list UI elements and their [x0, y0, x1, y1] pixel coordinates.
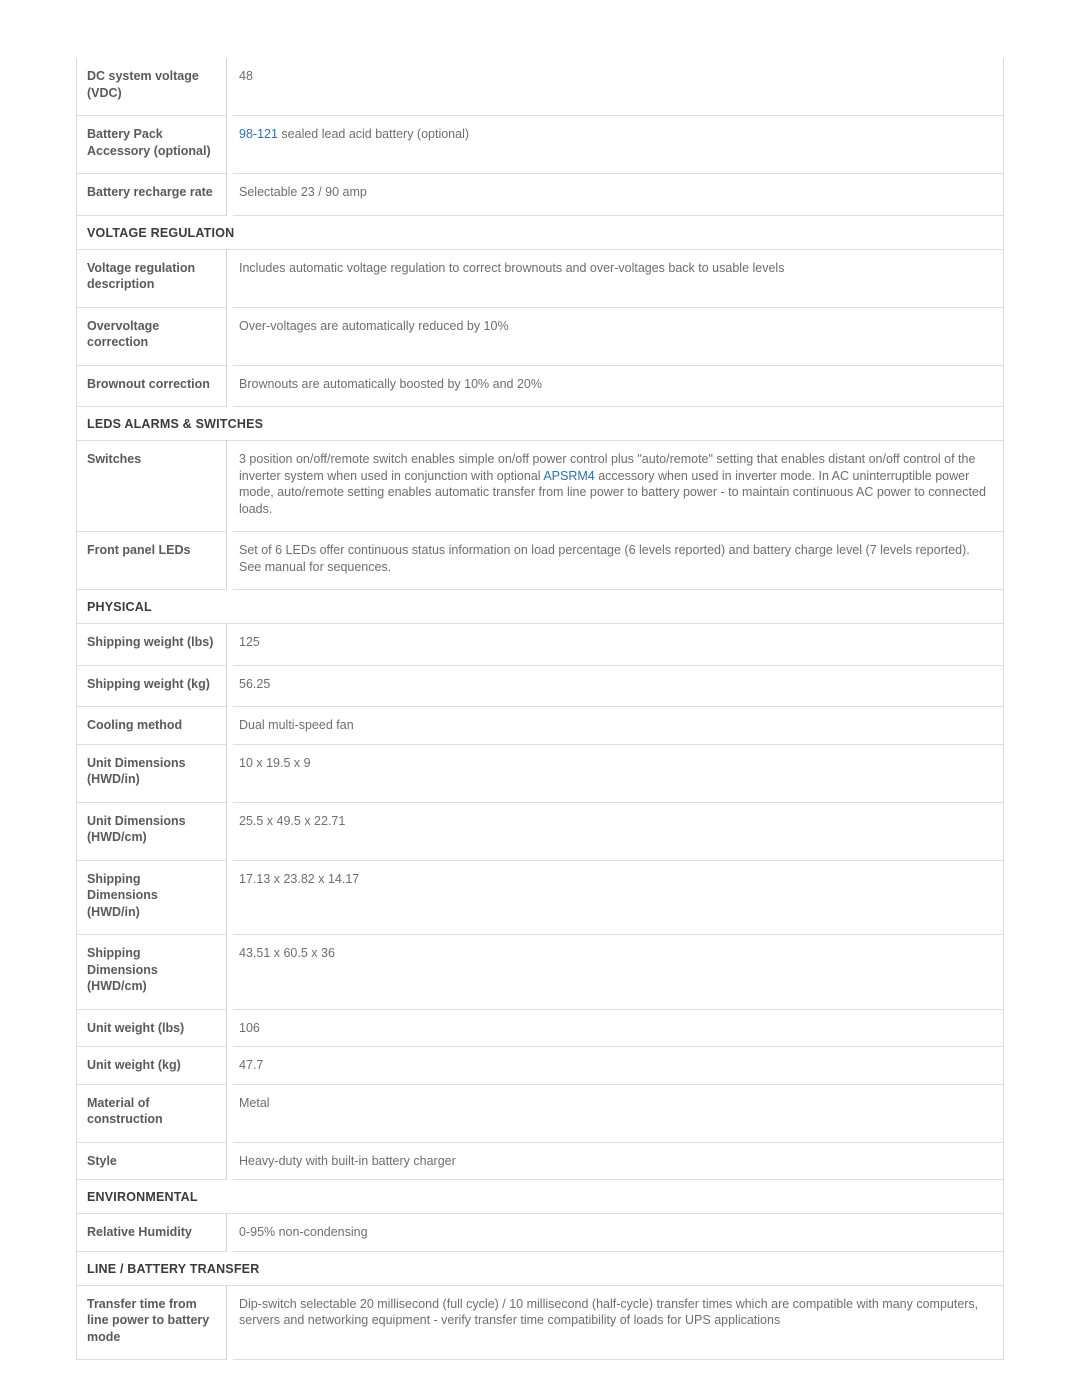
section-header: LINE / BATTERY TRANSFER	[77, 1251, 1003, 1286]
spec-row: Unit Dimensions (HWD/in) 10 x 19.5 x 9	[77, 744, 1003, 803]
spec-row: Battery recharge rate Selectable 23 / 90 …	[77, 174, 1003, 216]
spec-row: Brownout correction Brownouts are automat…	[77, 365, 1003, 407]
spec-value: Metal	[233, 1085, 1003, 1143]
spec-value: 43.51 x 60.5 x 36	[233, 935, 1003, 1010]
specifications-table: DC system voltage (VDC) 48 Battery Pack Ac…	[76, 58, 1004, 1360]
spec-row: Unit Dimensions (HWD/cm) 25.5 x 49.5 x 22…	[77, 802, 1003, 861]
spec-value: 17.13 x 23.82 x 14.17	[233, 861, 1003, 935]
spec-value-link[interactable]: 98-121	[239, 127, 278, 141]
spec-row: DC system voltage (VDC) 48	[77, 58, 1003, 116]
spec-value: 25.5 x 49.5 x 22.71	[233, 803, 1003, 861]
section-header: LEDS ALARMS & SWITCHES	[77, 407, 1003, 441]
spec-row: Voltage regulation description Includes a…	[77, 249, 1003, 308]
spec-value: 48	[233, 58, 1003, 116]
spec-row: Shipping weight (lbs) 125	[77, 624, 1003, 666]
spec-row: Relative Humidity 0-95% non-condensing	[77, 1214, 1003, 1252]
spec-label: Voltage regulation description	[77, 249, 227, 308]
spec-label: Shipping Dimensions (HWD/cm)	[77, 935, 227, 1010]
spec-value: Selectable 23 / 90 amp	[233, 174, 1003, 216]
spec-value: 47.7	[233, 1047, 1003, 1085]
spec-row: Overvoltage correction Over-voltages are …	[77, 307, 1003, 366]
spec-value: Heavy-duty with built-in battery charger	[233, 1143, 1003, 1180]
spec-row: Battery Pack Accessory (optional) 98-121 …	[77, 116, 1003, 174]
spec-label: Style	[77, 1142, 227, 1180]
spec-value: 0-95% non-condensing	[233, 1214, 1003, 1252]
spec-value: Includes automatic voltage regulation to…	[233, 250, 1003, 308]
spec-label: Relative Humidity	[77, 1214, 227, 1252]
spec-value: Dip-switch selectable 20 millisecond (fu…	[233, 1286, 1003, 1360]
section-header: PHYSICAL	[77, 590, 1003, 624]
spec-value: Over-voltages are automatically reduced …	[233, 308, 1003, 366]
spec-label: Unit Dimensions (HWD/cm)	[77, 802, 227, 861]
spec-row: Cooling method Dual multi-speed fan	[77, 707, 1003, 745]
spec-value: 98-121 sealed lead acid battery (optiona…	[233, 116, 1003, 174]
spec-label: Unit weight (kg)	[77, 1047, 227, 1085]
spec-label: Transfer time from line power to battery…	[77, 1285, 227, 1360]
spec-value: 125	[233, 624, 1003, 666]
spec-value-link[interactable]: APSRM4	[543, 469, 594, 483]
spec-value: 3 position on/off/remote switch enables …	[233, 441, 1003, 532]
spec-row: Material of construction Metal	[77, 1084, 1003, 1143]
spec-row: Shipping weight (kg) 56.25	[77, 665, 1003, 707]
spec-label: Unit Dimensions (HWD/in)	[77, 744, 227, 803]
spec-row: Unit weight (lbs) 106	[77, 1009, 1003, 1047]
spec-row: Shipping Dimensions (HWD/cm) 43.51 x 60.5…	[77, 935, 1003, 1010]
spec-label: Switches	[77, 441, 227, 532]
spec-value: 10 x 19.5 x 9	[233, 745, 1003, 803]
spec-value: 56.25	[233, 666, 1003, 707]
spec-label: Unit weight (lbs)	[77, 1009, 227, 1047]
spec-row: Switches 3 position on/off/remote switch …	[77, 441, 1003, 532]
spec-row: Transfer time from line power to battery…	[77, 1285, 1003, 1360]
spec-page: DC system voltage (VDC) 48 Battery Pack Ac…	[0, 0, 1080, 1360]
section-header: VOLTAGE REGULATION	[77, 215, 1003, 250]
spec-row: Shipping Dimensions (HWD/in) 17.13 x 23.8…	[77, 860, 1003, 935]
spec-row: Style Heavy-duty with built-in battery ch…	[77, 1142, 1003, 1180]
spec-label: DC system voltage (VDC)	[77, 58, 227, 116]
spec-row: Front panel LEDs Set of 6 LEDs offer cont…	[77, 532, 1003, 590]
spec-label: Front panel LEDs	[77, 532, 227, 590]
spec-label: Material of construction	[77, 1084, 227, 1143]
spec-label: Overvoltage correction	[77, 307, 227, 366]
spec-label: Shipping weight (kg)	[77, 665, 227, 707]
spec-label: Battery recharge rate	[77, 174, 227, 216]
spec-label: Shipping weight (lbs)	[77, 624, 227, 666]
spec-value: Brownouts are automatically boosted by 1…	[233, 366, 1003, 407]
spec-value: Dual multi-speed fan	[233, 707, 1003, 745]
spec-value-text: sealed lead acid battery (optional)	[277, 127, 470, 141]
spec-label: Cooling method	[77, 707, 227, 745]
spec-label: Brownout correction	[77, 365, 227, 407]
spec-value: 106	[233, 1010, 1003, 1047]
section-header: ENVIRONMENTAL	[77, 1180, 1003, 1214]
spec-row: Unit weight (kg) 47.7	[77, 1047, 1003, 1085]
spec-value: Set of 6 LEDs offer continuous status in…	[233, 532, 1003, 590]
spec-label: Shipping Dimensions (HWD/in)	[77, 860, 227, 935]
spec-label: Battery Pack Accessory (optional)	[77, 116, 227, 174]
